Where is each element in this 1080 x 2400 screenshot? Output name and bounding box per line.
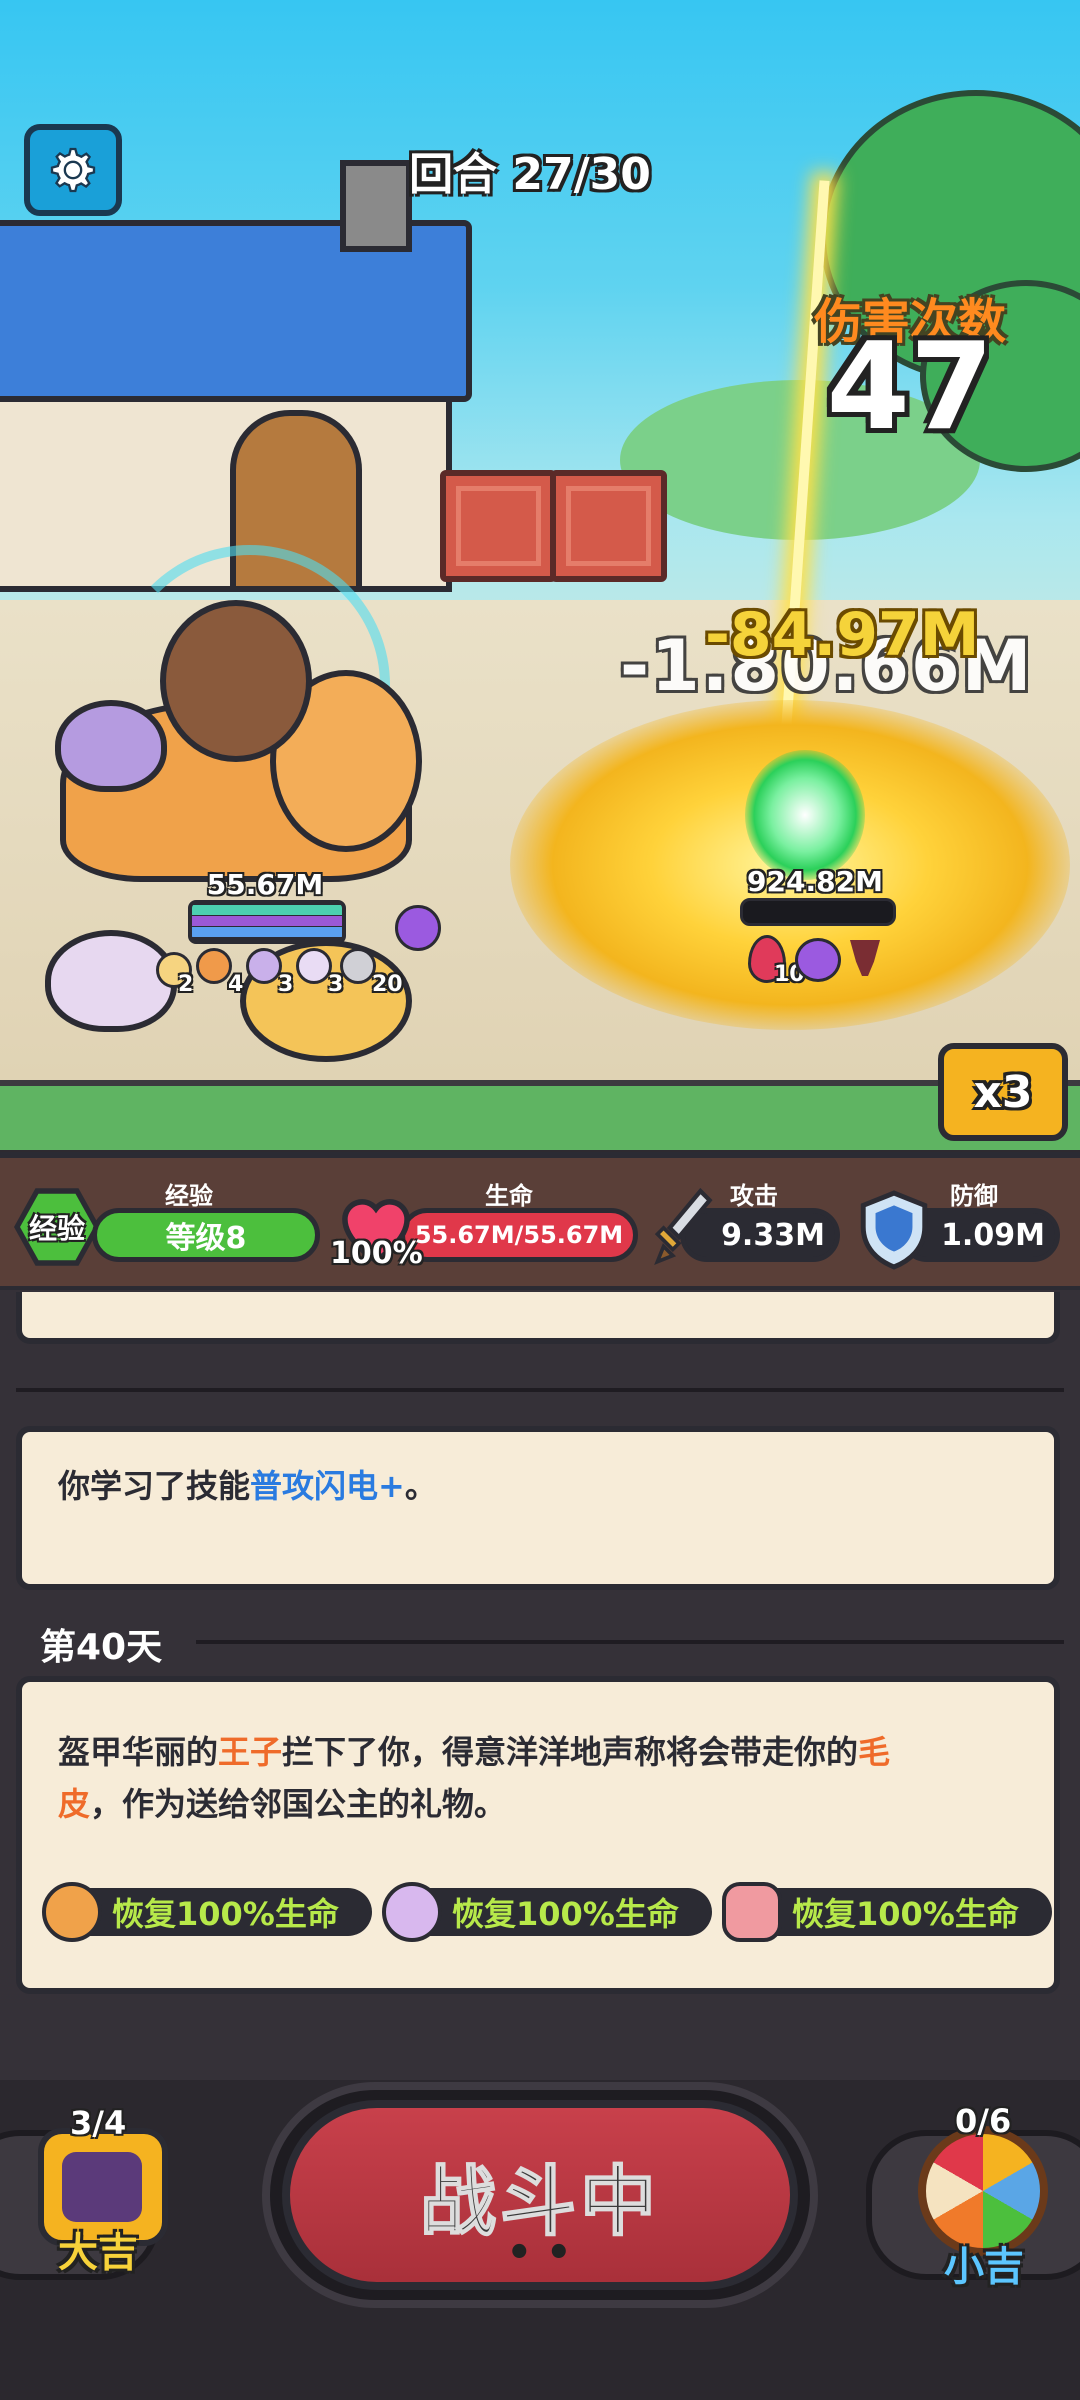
- tiger-buff-icon: [196, 948, 232, 984]
- player-hp-text: 55.67M: [206, 868, 324, 901]
- floating-damage-number: -84.97M: [705, 600, 980, 670]
- shield-fill: [192, 916, 342, 926]
- round-counter: 回合 27/30: [409, 149, 651, 200]
- blade-buff-icon: [340, 948, 376, 984]
- grass-strip: [0, 1080, 1080, 1150]
- loading-dots: • •: [506, 2230, 572, 2276]
- skull-debuff-icon: [795, 938, 841, 982]
- king-blob-pet: [55, 700, 167, 792]
- left-fortune-count: 3/4: [70, 2104, 127, 2142]
- reward-text: 恢复100%生命: [792, 1895, 1019, 1933]
- unicorn-blob-icon: [382, 1882, 442, 1942]
- attack-label: 攻击: [730, 1182, 778, 1210]
- skill-suffix: 。: [404, 1467, 437, 1505]
- divider: [16, 1388, 1064, 1392]
- level-bar: 等级8: [92, 1208, 320, 1262]
- unicorn-buff-icon: [296, 948, 332, 984]
- event-part: 拦下了你，得意洋洋地声称将会带走你的: [282, 1733, 859, 1771]
- reward-text: 恢复100%生命: [452, 1895, 679, 1933]
- reward-chip[interactable]: 恢复100%生命: [382, 1882, 712, 1942]
- exp-label: 经验: [165, 1182, 213, 1210]
- buff-count: 3: [278, 972, 294, 997]
- unicorn-blob-pet: [45, 930, 177, 1032]
- event-log-card: 盔甲华丽的王子拦下了你，得意洋洋地声称将会带走你的毛皮，作为送给邻国公主的礼物。: [16, 1676, 1060, 1994]
- day-title: 第40天: [40, 1627, 163, 1668]
- capybara-hero: [160, 600, 312, 762]
- buff-count: 2: [178, 972, 194, 997]
- purple-orb-icon: [395, 905, 441, 951]
- event-fur: 皮: [58, 1785, 91, 1823]
- hp-bar: 55.67M/55.67M: [400, 1208, 638, 1262]
- left-fortune-label: 大吉: [58, 2230, 138, 2276]
- shield-icon: [856, 1190, 932, 1270]
- defense-label: 防御: [950, 1182, 998, 1210]
- hp-fill: [192, 905, 342, 915]
- skill-log-text: 你学习了技能普攻闪电+。: [58, 1460, 1018, 1512]
- event-part: 盔甲华丽的: [58, 1733, 219, 1771]
- player-hp-bar: [188, 900, 346, 944]
- hp-value: 55.67M/55.67M: [414, 1221, 624, 1249]
- speed-toggle-button[interactable]: x3: [938, 1043, 1068, 1141]
- reward-text: 恢复100%生命: [112, 1895, 339, 1933]
- buff-count: 20: [372, 972, 403, 997]
- buff-count: 4: [228, 972, 244, 997]
- defense-value: 1.09M: [941, 1217, 1045, 1253]
- chest-inner: [62, 2152, 142, 2222]
- enemy-hp-text: 924.82M: [747, 865, 883, 898]
- tiger-pet-icon: [42, 1882, 102, 1942]
- event-fur: 毛: [858, 1733, 891, 1771]
- attack-value: 9.33M: [721, 1217, 825, 1253]
- skill-prefix: 你学习了技能: [58, 1467, 251, 1505]
- stats-bar: 经验 经验 等级8 生命 55.67M/55.67M 100% 攻击 9.33M…: [0, 1152, 1080, 1292]
- speed-label: x3: [973, 1066, 1033, 1118]
- previous-log-card: [16, 1292, 1060, 1344]
- gear-icon: [50, 147, 96, 193]
- enemy-monster: [745, 750, 865, 880]
- event-prince: 王子: [218, 1733, 283, 1771]
- buff-count: 3: [328, 972, 344, 997]
- energy-fill: [192, 927, 342, 937]
- event-text: 盔甲华丽的王子拦下了你，得意洋洋地声称将会带走你的毛皮，作为送给邻国公主的礼物。: [58, 1726, 1022, 1830]
- blob-buff-icon: [246, 948, 282, 984]
- wooden-crate: [550, 470, 667, 582]
- hp-percent: 100%: [330, 1236, 423, 1271]
- reward-chip[interactable]: 恢复100%生命: [42, 1882, 372, 1942]
- skill-name: 普攻闪电+: [250, 1467, 405, 1505]
- skill-log-card: 你学习了技能普攻闪电+。: [16, 1426, 1060, 1590]
- hp-label: 生命: [485, 1182, 533, 1210]
- right-fortune-count: 0/6: [955, 2102, 1012, 2140]
- pig-pet-icon: [722, 1882, 782, 1942]
- right-fortune-label: 小吉: [944, 2244, 1024, 2290]
- settings-button[interactable]: [24, 124, 122, 216]
- event-part: ，作为送给邻国公主的礼物。: [90, 1785, 507, 1823]
- wooden-crate: [440, 470, 557, 582]
- level-text: 等级8: [165, 1221, 247, 1256]
- divider: [196, 1640, 1064, 1644]
- reward-chip[interactable]: 恢复100%生命: [722, 1882, 1052, 1942]
- damage-count: 47: [826, 318, 994, 457]
- sword-icon: [650, 1187, 714, 1274]
- enemy-hp-bar: [740, 898, 896, 926]
